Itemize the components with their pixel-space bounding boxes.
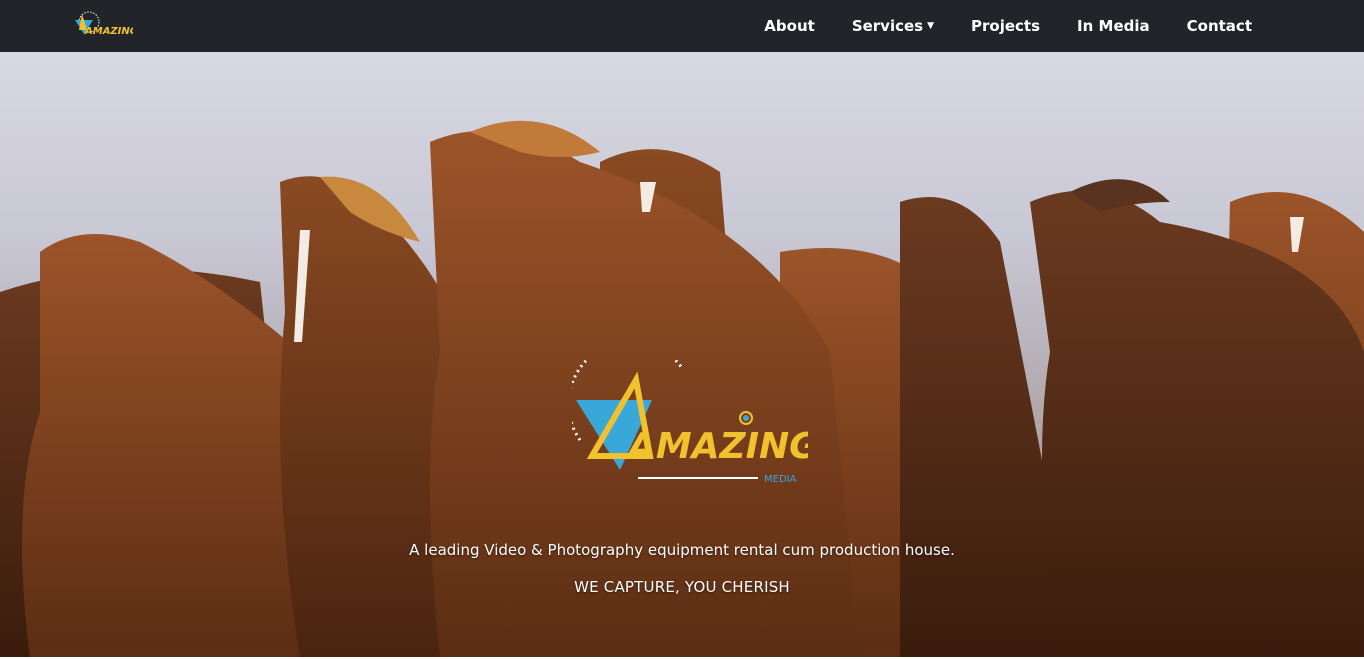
nav-contact[interactable]: Contact [1187,17,1252,35]
brand-logo[interactable]: AMAZING [73,8,133,40]
svg-text:AMAZING: AMAZING [84,26,133,37]
nav-projects[interactable]: Projects [971,17,1040,35]
hero-motto: WE CAPTURE, YOU CHERISH [574,578,790,596]
hero-tagline: A leading Video & Photography equipment … [409,541,955,559]
hero-logo-subtext: MEDIA [764,474,797,485]
caret-down-icon: ▼ [927,21,935,31]
nav-menu: About Services ▼ Projects In Media Conta… [727,0,1252,52]
hero-logo-wordmark: AMAZING [625,426,808,467]
top-navbar: AMAZING About Services ▼ Projects In Med… [0,0,1364,52]
hero-background-image [0,120,1364,658]
hero-logo: AMAZING MEDIA [572,360,808,485]
hero-section: AMAZING MEDIA A leading Video & Photogra… [0,52,1364,658]
nav-services-label: Services [851,17,924,35]
nav-services[interactable]: Services ▼ [852,17,934,35]
nav-about[interactable]: About [764,17,815,35]
nav-in-media[interactable]: In Media [1077,17,1150,35]
